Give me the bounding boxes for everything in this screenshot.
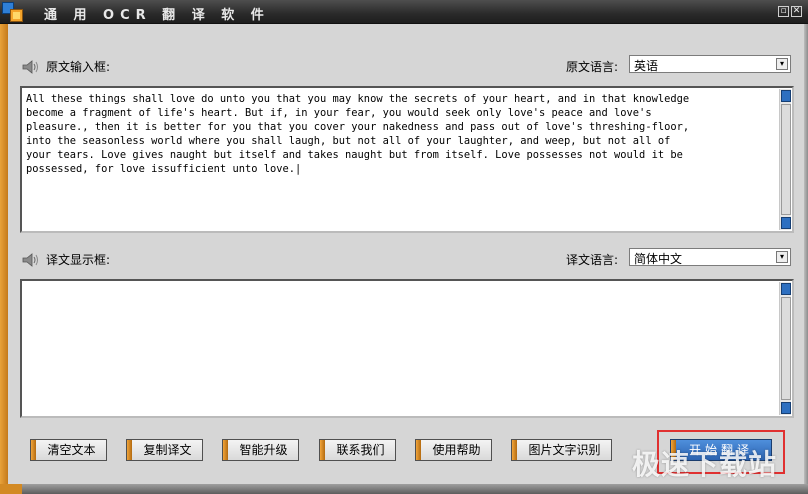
source-lang-value: 英语	[634, 59, 659, 73]
clear-text-label: 清空文本	[47, 443, 96, 457]
source-lang-label: 原文语言:	[566, 60, 619, 74]
scroll-down-button[interactable]	[781, 402, 791, 414]
target-lang-select[interactable]: 简体中文 ▾	[629, 248, 791, 266]
target-lang-value: 简体中文	[634, 252, 683, 266]
watermark-text: 极速下载站	[632, 448, 778, 481]
copy-translation-label: 复制译文	[143, 443, 192, 457]
contact-us-label: 联系我们	[336, 443, 385, 457]
scroll-up-button[interactable]	[781, 90, 791, 102]
help-button[interactable]: 使用帮助	[415, 439, 492, 461]
source-scrollbar[interactable]	[779, 89, 791, 230]
frame-left-accent	[0, 24, 8, 494]
frame-right-edge	[804, 24, 808, 494]
scroll-thumb[interactable]	[781, 104, 791, 215]
smart-upgrade-button[interactable]: 智能升级	[222, 439, 299, 461]
image-ocr-label: 图片文字识别	[528, 443, 601, 457]
close-button[interactable]: ✕	[791, 6, 802, 17]
source-label-row: 原文输入框:	[22, 58, 110, 75]
dropdown-arrow-icon[interactable]: ▾	[776, 58, 788, 70]
smart-upgrade-label: 智能升级	[239, 443, 288, 457]
title-bar: 通 用 OCR 翻 译 软 件 ▫ ✕	[0, 0, 808, 24]
target-lang-label: 译文语言:	[566, 253, 619, 267]
scroll-down-button[interactable]	[781, 217, 791, 229]
target-text[interactable]	[26, 285, 772, 412]
source-box-label: 原文输入框:	[46, 60, 111, 74]
clear-text-button[interactable]: 清空文本	[30, 439, 107, 461]
source-text[interactable]: All these things shall love do unto you …	[26, 92, 772, 227]
target-box-label: 译文显示框:	[46, 253, 111, 267]
target-scrollbar[interactable]	[779, 282, 791, 415]
app-window: 通 用 OCR 翻 译 软 件 ▫ ✕ 原文输入框: 原文语言: 英语 ▾ Al…	[0, 0, 808, 494]
scroll-up-button[interactable]	[781, 283, 791, 295]
contact-us-button[interactable]: 联系我们	[319, 439, 396, 461]
app-logo-icon	[2, 2, 26, 22]
copy-translation-button[interactable]: 复制译文	[126, 439, 203, 461]
source-text-input[interactable]: All these things shall love do unto you …	[20, 86, 794, 233]
minimize-button[interactable]: ▫	[778, 6, 789, 17]
window-title: 通 用 OCR 翻 译 软 件	[44, 8, 270, 23]
image-ocr-button[interactable]: 图片文字识别	[511, 439, 612, 461]
source-lang-select[interactable]: 英语 ▾	[629, 55, 791, 73]
target-label-row: 译文显示框:	[22, 251, 110, 268]
scroll-thumb[interactable]	[781, 297, 791, 400]
dropdown-arrow-icon[interactable]: ▾	[776, 251, 788, 263]
speaker-icon	[22, 252, 38, 267]
target-text-output[interactable]	[20, 279, 794, 418]
window-controls: ▫ ✕	[778, 6, 802, 17]
speaker-icon	[22, 59, 38, 74]
frame-bottom	[0, 484, 808, 494]
help-label: 使用帮助	[432, 443, 481, 457]
